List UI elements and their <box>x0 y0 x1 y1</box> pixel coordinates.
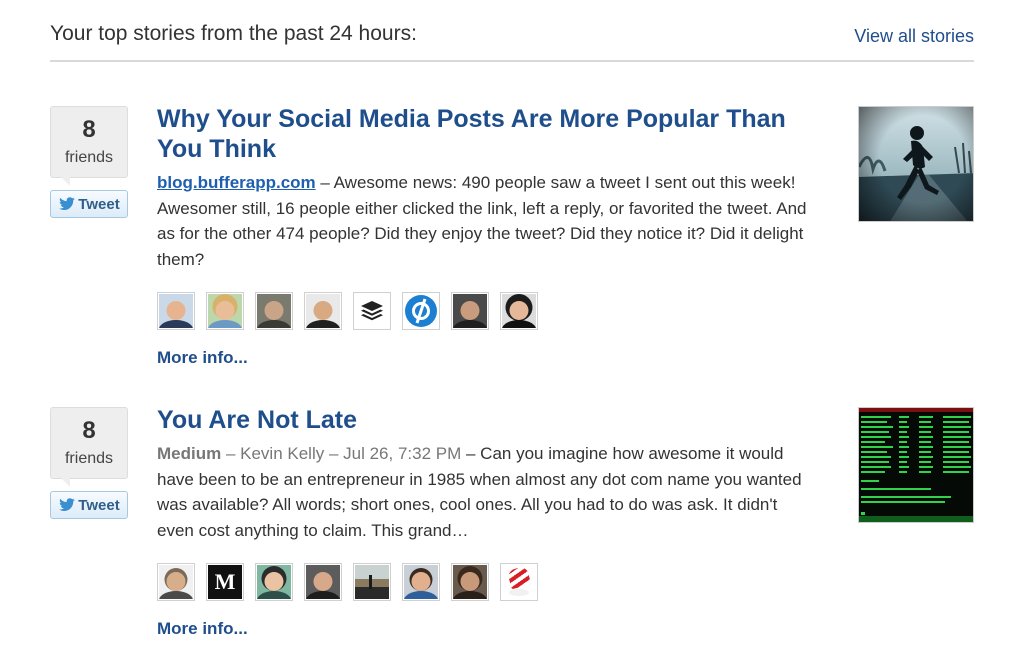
friend-avatar[interactable] <box>157 292 195 330</box>
tweet-button[interactable]: Tweet <box>50 491 128 519</box>
buffer-logo-avatar[interactable] <box>353 292 391 330</box>
story-thumbnail[interactable] <box>858 106 974 222</box>
friends-count: 8 <box>82 417 96 444</box>
friend-avatar[interactable] <box>157 563 195 601</box>
friends-count-box: 8 friends <box>50 407 128 487</box>
tweet-label: Tweet <box>78 496 120 514</box>
view-all-stories-link[interactable]: View all stories <box>854 26 974 47</box>
tweet-button[interactable]: Tweet <box>50 190 128 218</box>
friend-avatar[interactable] <box>402 563 440 601</box>
friends-label: friends <box>64 450 114 467</box>
brand-logo-avatar[interactable] <box>402 292 440 330</box>
terminal-screenshot-image <box>859 408 973 522</box>
story-title[interactable]: You Are Not Late <box>157 405 817 435</box>
story-meta: – Kevin Kelly – Jul 26, 7:32 PM <box>221 444 462 463</box>
more-info-link[interactable]: More info... <box>157 619 248 639</box>
source-link[interactable]: blog.bufferapp.com <box>157 173 316 192</box>
phi-circle-icon <box>405 295 437 327</box>
friends-label: friends <box>64 149 114 166</box>
story-content: Why Your Social Media Posts Are More Pop… <box>157 104 817 368</box>
friend-avatar[interactable] <box>500 292 538 330</box>
twitter-bird-icon <box>59 498 76 512</box>
friends-count-box: 8 friends <box>50 106 128 186</box>
speech-tail <box>61 478 70 487</box>
twitter-bird-icon <box>59 197 76 211</box>
runner-photo-image <box>859 107 973 221</box>
friend-avatar[interactable] <box>451 292 489 330</box>
friends-count: 8 <box>82 116 96 143</box>
story-description: Medium – Kevin Kelly – Jul 26, 7:32 PM –… <box>157 441 817 543</box>
more-info-link[interactable]: More info... <box>157 348 248 368</box>
story-title[interactable]: Why Your Social Media Posts Are More Pop… <box>157 104 817 164</box>
header-title: Your top stories from the past 24 hours: <box>50 22 417 45</box>
tweet-label: Tweet <box>78 195 120 213</box>
medium-logo-avatar[interactable]: M <box>206 563 244 601</box>
friends-avatars: M <box>157 563 817 601</box>
friend-avatar[interactable] <box>206 292 244 330</box>
friend-avatar[interactable] <box>255 292 293 330</box>
source-name: Medium <box>157 444 222 463</box>
story-thumbnail[interactable] <box>858 407 974 523</box>
friends-avatars <box>157 292 817 330</box>
speech-tail <box>61 177 70 186</box>
friend-avatar[interactable] <box>255 563 293 601</box>
friend-avatar[interactable] <box>451 563 489 601</box>
buffer-stack-icon <box>361 301 383 321</box>
story-description: blog.bufferapp.com – Awesome news: 490 p… <box>157 170 817 272</box>
stories-header: Your top stories from the past 24 hours:… <box>50 18 974 62</box>
friend-avatar[interactable] <box>304 563 342 601</box>
friend-avatar[interactable] <box>353 563 391 601</box>
medium-logo-letter: M <box>214 569 236 594</box>
friend-avatar[interactable] <box>304 292 342 330</box>
story-content: You Are Not Late Medium – Kevin Kelly – … <box>157 405 817 639</box>
friend-avatar[interactable] <box>500 563 538 601</box>
